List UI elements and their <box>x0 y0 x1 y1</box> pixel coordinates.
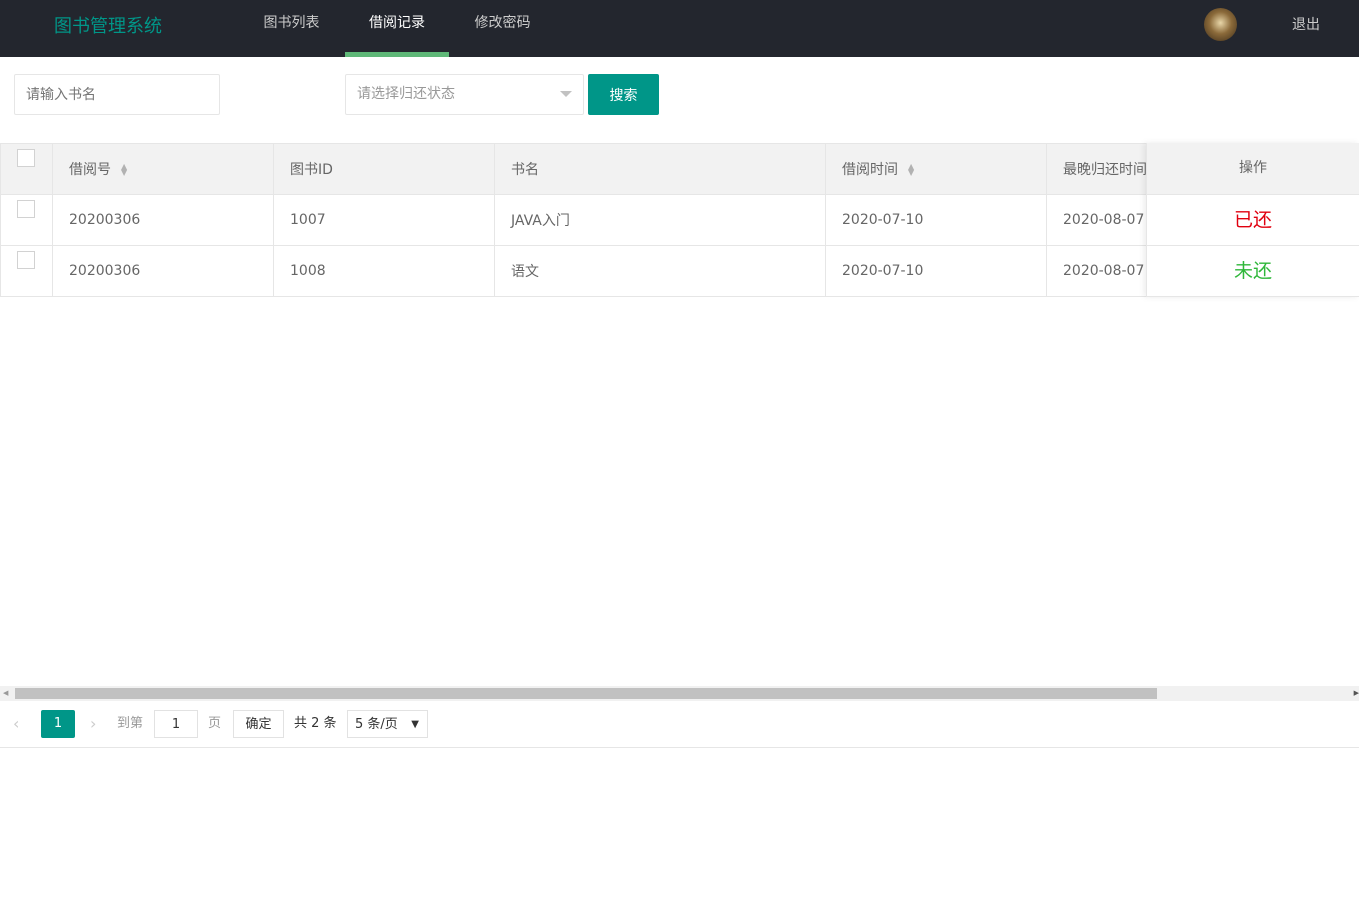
header-book-id: 图书ID <box>273 143 495 195</box>
return-status-placeholder: 请选择归还状态 <box>357 86 455 102</box>
total-count: 共 2 条 <box>294 716 337 731</box>
page-unit-label: 页 <box>208 716 222 731</box>
top-header: 图书管理系统 图书列表 借阅记录 修改密码 退出 <box>0 0 1359 57</box>
sort-icon[interactable]: ▲ ▼ <box>908 163 914 177</box>
header-action: 操作 <box>1147 143 1359 195</box>
chevron-down-icon: ▼ <box>411 719 419 730</box>
pagination-bar <box>0 701 1359 748</box>
scrollbar-thumb[interactable] <box>15 688 1157 699</box>
logout-link[interactable]: 退出 <box>1292 14 1320 34</box>
header-borrow-id[interactable]: 借阅号 ▲ ▼ <box>52 143 274 195</box>
cell-borrow-id: 20200306 <box>52 245 274 297</box>
scroll-left-icon[interactable]: ◀ <box>3 689 8 697</box>
cell-borrow-time: 2020-07-10 <box>825 194 1047 246</box>
return-status-select[interactable]: 请选择归还状态 <box>345 74 584 115</box>
avatar[interactable] <box>1204 8 1237 41</box>
page-size-select[interactable]: 5 条/页 ▼ <box>347 710 428 738</box>
header-label: 借阅时间 <box>842 162 898 178</box>
page-1-button[interactable]: 1 <box>41 710 75 738</box>
cell-borrow-time: 2020-07-10 <box>825 245 1047 297</box>
goto-label: 到第 <box>117 716 144 731</box>
cell-book-name: 语文 <box>494 245 826 297</box>
status-not-returned-button[interactable]: 未还 <box>1147 246 1359 297</box>
header-label: 借阅号 <box>69 162 111 178</box>
app-logo-title: 图书管理系统 <box>54 16 162 37</box>
goto-page-input[interactable]: 1 <box>154 710 198 738</box>
horizontal-scrollbar[interactable]: ◀ ▶ <box>0 686 1359 701</box>
sort-icon[interactable]: ▲ ▼ <box>121 163 127 177</box>
next-page-icon[interactable]: › <box>90 710 96 738</box>
book-name-input[interactable] <box>14 74 220 115</box>
cell-book-name: JAVA入门 <box>494 194 826 246</box>
page-size-value: 5 条/页 <box>355 717 398 732</box>
status-returned-button[interactable]: 已还 <box>1147 195 1359 246</box>
prev-page-icon[interactable]: ‹ <box>13 710 19 738</box>
cell-book-id: 1008 <box>273 245 495 297</box>
search-button[interactable]: 搜索 <box>588 74 659 115</box>
header-book-name: 书名 <box>494 143 826 195</box>
nav-borrow-records[interactable]: 借阅记录 <box>345 0 449 57</box>
confirm-page-button[interactable]: 确定 <box>233 710 284 738</box>
nav-change-password[interactable]: 修改密码 <box>456 0 549 57</box>
fixed-action-column: 操作 已还 未还 <box>1146 143 1359 297</box>
select-all-checkbox[interactable] <box>17 149 35 167</box>
cell-borrow-id: 20200306 <box>52 194 274 246</box>
chevron-down-icon <box>560 91 572 103</box>
row-checkbox[interactable] <box>17 200 35 218</box>
header-borrow-time[interactable]: 借阅时间 ▲ ▼ <box>825 143 1047 195</box>
scroll-right-icon[interactable]: ▶ <box>1354 689 1359 697</box>
nav-book-list[interactable]: 图书列表 <box>245 0 338 57</box>
row-checkbox[interactable] <box>17 251 35 269</box>
cell-book-id: 1007 <box>273 194 495 246</box>
